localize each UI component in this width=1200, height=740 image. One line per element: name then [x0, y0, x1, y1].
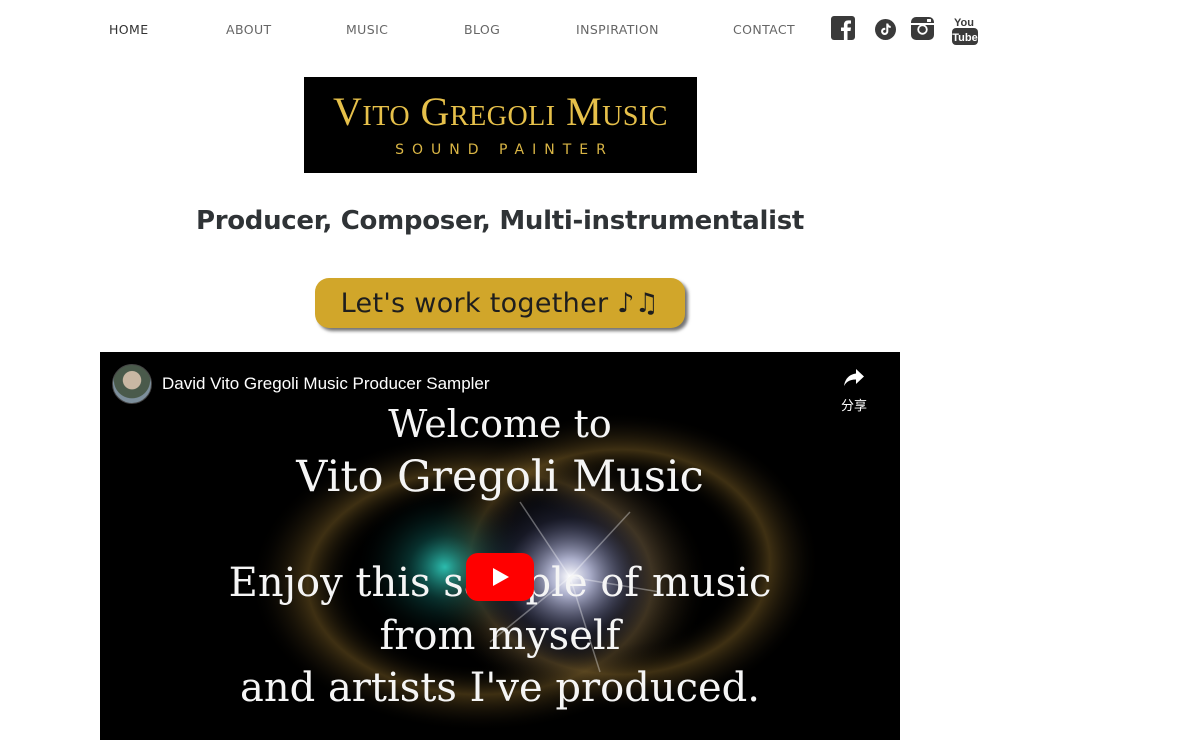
svg-text:Tube: Tube — [952, 32, 977, 44]
site-logo[interactable]: Vito Gregoli Music SOUND PAINTER — [304, 77, 697, 173]
video-embed[interactable]: David Vito Gregoli Music Producer Sample… — [100, 352, 900, 740]
youtube-icon[interactable]: You Tube — [951, 14, 979, 46]
main-nav: HOME ABOUT MUSIC BLOG INSPIRATION CONTAC… — [0, 0, 1200, 60]
nav-item-music[interactable]: MUSIC — [346, 22, 388, 37]
svg-text:You: You — [954, 17, 974, 29]
page-tagline: Producer, Composer, Multi-instrumentalis… — [195, 206, 805, 236]
nav-item-home[interactable]: HOME — [109, 22, 149, 37]
nav-item-inspiration[interactable]: INSPIRATION — [576, 22, 659, 37]
nav-item-about[interactable]: ABOUT — [226, 22, 272, 37]
nav-item-contact[interactable]: CONTACT — [733, 22, 795, 37]
video-title[interactable]: David Vito Gregoli Music Producer Sample… — [162, 374, 490, 394]
logo-title: Vito Gregoli Music — [333, 89, 668, 134]
channel-avatar[interactable] — [112, 364, 152, 404]
instagram-icon[interactable] — [911, 17, 934, 40]
share-icon — [844, 369, 864, 386]
logo-subtitle: SOUND PAINTER — [395, 142, 614, 158]
video-line-4: from myself — [379, 613, 621, 659]
work-together-button[interactable]: Let's work together ♪♫ — [315, 278, 685, 328]
tiktok-icon[interactable] — [875, 19, 896, 40]
video-line-1: Welcome to — [388, 402, 612, 446]
nav-item-blog[interactable]: BLOG — [464, 22, 500, 37]
video-line-2: Vito Gregoli Music — [296, 452, 704, 502]
facebook-icon[interactable] — [831, 16, 855, 40]
play-icon — [493, 568, 509, 586]
video-line-5: and artists I've produced. — [240, 665, 760, 711]
play-button[interactable] — [466, 553, 534, 601]
